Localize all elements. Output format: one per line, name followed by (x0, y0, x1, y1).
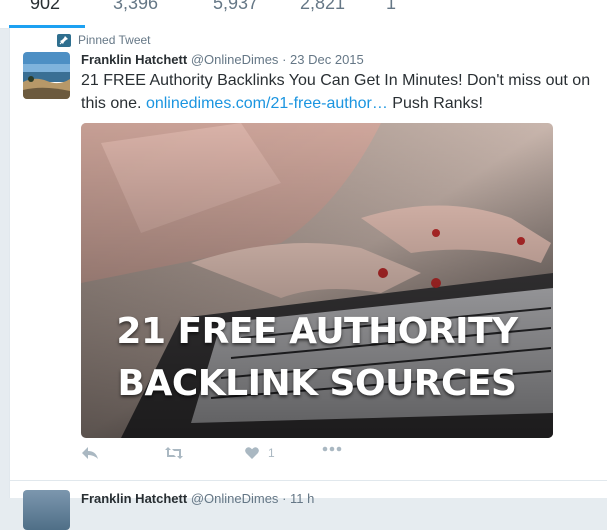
media-caption-line1: 21 FREE AUTHORITY (116, 311, 518, 352)
avatar[interactable] (23, 52, 70, 99)
retweet-icon (165, 447, 183, 459)
like-count: 1 (268, 446, 275, 460)
tweet-text-tail: Push Ranks! (387, 95, 483, 112)
like-button[interactable]: 1 (244, 446, 275, 460)
tweet-link[interactable]: onlinedimes.com/21-free-author… (146, 95, 388, 112)
stat-followers[interactable]: 5,937 (213, 0, 258, 13)
heart-icon (245, 447, 259, 459)
stat-lists[interactable]: 1 (386, 0, 396, 13)
author-name[interactable]: Franklin Hatchett (81, 52, 187, 67)
tweet-text: 21 FREE Authority Backlinks You Can Get … (81, 69, 591, 115)
next-tweet-header: Franklin Hatchett @OnlineDimes · 11 h (81, 491, 314, 506)
next-tweet-time[interactable]: 11 h (290, 491, 314, 506)
next-author-name[interactable]: Franklin Hatchett (81, 491, 187, 506)
next-tweet-avatar[interactable] (23, 490, 70, 530)
profile-stats-bar: 902 3,396 5,937 2,821 1 (0, 0, 607, 29)
stat-following[interactable]: 3,396 (113, 0, 158, 13)
reply-button[interactable] (81, 446, 99, 460)
media-caption-line2: BACKLINK SOURCES (117, 363, 517, 404)
author-handle[interactable]: @OnlineDimes (191, 52, 279, 67)
stat-tweets[interactable]: 902 (30, 0, 60, 13)
tweet-actions: 1 (81, 446, 381, 468)
more-dots-icon (322, 446, 342, 452)
stat-likes[interactable]: 2,821 (300, 0, 345, 13)
pinned-tweet-context: Pinned Tweet (57, 32, 151, 48)
next-author-handle[interactable]: @OnlineDimes (191, 491, 279, 506)
more-options-button[interactable] (322, 446, 342, 452)
reply-icon (82, 447, 98, 459)
header-separator: · (282, 52, 287, 67)
pin-icon (57, 33, 71, 47)
tweet-media-image[interactable]: 21 FREE AUTHORITY BACKLINK SOURCES (81, 123, 553, 438)
pinned-label: Pinned Tweet (78, 33, 151, 47)
pinned-tweet-card[interactable]: Pinned Tweet Franklin Hatchett @OnlineDi… (9, 28, 607, 530)
retweet-button[interactable] (164, 446, 184, 460)
tweet-date[interactable]: 23 Dec 2015 (290, 52, 364, 67)
tweet-divider (10, 480, 607, 481)
tweet-header: Franklin Hatchett @OnlineDimes · 23 Dec … (81, 51, 364, 68)
next-separator: · (282, 491, 287, 506)
